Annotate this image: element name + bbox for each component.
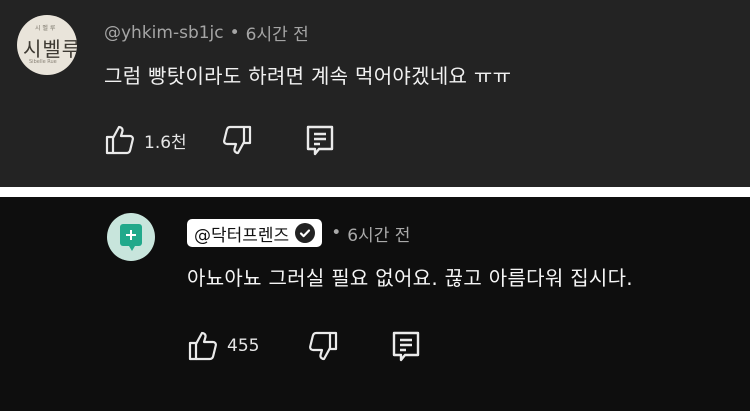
avatar[interactable]: 시 벨 루 시벨루 Sibelle Rue: [17, 15, 77, 75]
like-button[interactable]: 1.6천: [104, 124, 187, 156]
comment-time[interactable]: 6시간 전: [347, 221, 410, 246]
like-count: 1.6천: [144, 132, 187, 153]
reply-icon: [306, 125, 333, 156]
thumbs-up-icon: [188, 331, 217, 361]
thumbs-down-icon: [222, 125, 251, 155]
avatar-caption: Sibelle Rue: [29, 59, 57, 65]
comment-time[interactable]: 6시간 전: [246, 20, 309, 45]
separator-dot: •: [331, 223, 342, 243]
author-name[interactable]: @yhkim-sb1jc: [104, 23, 224, 43]
comment-card: 시 벨 루 시벨루 Sibelle Rue @yhkim-sb1jc • 6시간…: [0, 0, 750, 187]
comment-meta: @yhkim-sb1jc • 6시간 전: [104, 20, 309, 46]
thumbs-down-icon: [309, 331, 338, 361]
dislike-button[interactable]: [307, 330, 339, 362]
avatar[interactable]: [107, 213, 155, 261]
like-count: 455: [227, 336, 260, 356]
avatar-small-text: 시 벨 루: [35, 25, 56, 32]
author-name: @닥터프렌즈: [194, 225, 290, 246]
plus-chat-icon: [120, 224, 142, 251]
thumbs-up-icon: [105, 125, 134, 155]
reply-card: @닥터프렌즈 • 6시간 전 아뇨아뇨 그러실 필요 없어요. 끊고 아름다워 …: [0, 197, 750, 411]
verified-check-icon: [295, 223, 316, 243]
separator-dot: •: [229, 22, 240, 43]
comment-text: 아뇨아뇨 그러실 필요 없어요. 끊고 아름다워 집시다.: [187, 266, 633, 290]
reply-icon: [393, 331, 420, 362]
reply-button[interactable]: [305, 124, 335, 156]
dislike-button[interactable]: [221, 124, 253, 156]
comment-actions: 1.6천: [104, 124, 335, 156]
reply-button[interactable]: [391, 330, 421, 362]
comment-text: 그럼 빵탓이라도 하려면 계속 먹어야겠네요 ㅠㅠ: [104, 64, 512, 88]
channel-chip[interactable]: @닥터프렌즈: [187, 219, 323, 247]
like-button[interactable]: 455: [187, 330, 259, 362]
comment-meta: @닥터프렌즈 • 6시간 전: [187, 219, 410, 247]
comment-actions: 455: [187, 330, 421, 362]
avatar-text: 시벨루: [23, 37, 77, 61]
